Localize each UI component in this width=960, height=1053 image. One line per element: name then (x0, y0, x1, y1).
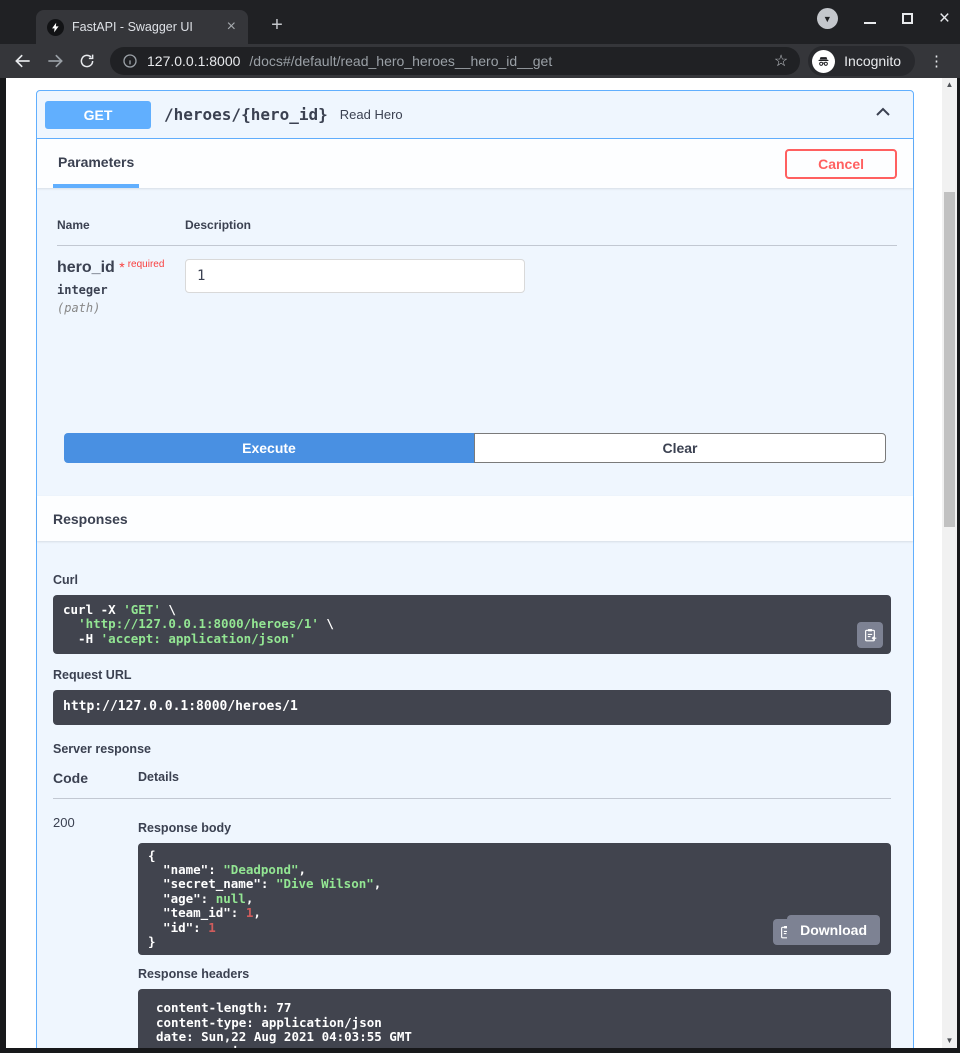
request-url-block: http://127.0.0.1:8000/heroes/1 (53, 690, 891, 724)
parameter-type: integer (57, 283, 185, 297)
incognito-label: Incognito (844, 53, 901, 69)
site-info-icon[interactable] (122, 53, 138, 69)
copy-curl-button[interactable] (857, 622, 883, 648)
incognito-badge: Incognito (808, 46, 915, 76)
endpoint-summary: Read Hero (340, 107, 861, 122)
parameter-name: hero_id (57, 259, 115, 276)
cancel-button[interactable]: Cancel (785, 149, 897, 179)
method-badge: GET (45, 101, 151, 129)
tab-search-icon[interactable]: ▼ (817, 8, 838, 29)
column-header-name: Name (57, 218, 185, 246)
server-response-table: Code Details 200 Response body { "name":… (53, 770, 891, 1048)
response-body-block: { "name": "Deadpond", "secret_name": "Di… (138, 843, 891, 956)
column-header-description: Description (185, 218, 897, 246)
response-headers-block: content-length: 77content-type: applicat… (138, 989, 891, 1048)
response-body-label: Response body (138, 821, 891, 835)
forward-button[interactable] (40, 47, 70, 75)
parameter-location: (path) (57, 301, 185, 315)
status-code: 200 (53, 799, 138, 1048)
parameters-header: Parameters Cancel (37, 139, 913, 188)
response-details-cell: Response body { "name": "Deadpond", "sec… (138, 799, 891, 1048)
parameter-value-cell (185, 246, 897, 315)
window-close-button[interactable]: × (939, 9, 950, 28)
url-bar[interactable]: 127.0.0.1:8000/docs#/default/read_hero_h… (110, 47, 800, 75)
page-scrollbar[interactable]: ▲ ▼ (942, 78, 957, 1048)
browser-tab[interactable]: FastAPI - Swagger UI × (36, 10, 248, 44)
execute-button[interactable]: Execute (64, 433, 474, 463)
url-path: /docs#/default/read_hero_heroes__hero_id… (249, 53, 764, 69)
tab-title: FastAPI - Swagger UI (72, 20, 215, 34)
download-button[interactable]: Download (787, 915, 880, 945)
tab-close-icon[interactable]: × (223, 19, 240, 35)
hero-id-input[interactable] (185, 259, 525, 293)
scrollbar-thumb[interactable] (944, 192, 955, 527)
responses-title: Responses (53, 511, 128, 527)
clear-button[interactable]: Clear (474, 433, 886, 463)
new-tab-button[interactable]: + (264, 14, 290, 38)
live-code-header: Code (53, 770, 138, 799)
responses-header: Responses (37, 496, 913, 541)
browser-toolbar: 127.0.0.1:8000/docs#/default/read_hero_h… (0, 44, 960, 78)
back-button[interactable] (8, 47, 38, 75)
swagger-page: GET /heroes/{hero_id} Read Hero Paramete… (6, 78, 942, 1048)
response-body-json: { "name": "Deadpond", "secret_name": "Di… (148, 849, 881, 950)
server-response-label: Server response (53, 742, 891, 756)
scrollbar-down-icon[interactable]: ▼ (942, 1034, 957, 1048)
curl-command-block: curl -X 'GET' \ 'http://127.0.0.1:8000/h… (53, 595, 891, 654)
execute-wrapper: Execute Clear (64, 433, 886, 463)
collapse-chevron-icon[interactable] (861, 98, 905, 131)
response-headers-label: Response headers (138, 967, 891, 981)
incognito-icon (812, 50, 835, 73)
browser-titlebar: FastAPI - Swagger UI × + ▼ × (0, 0, 960, 44)
fastapi-favicon-icon (47, 19, 64, 36)
response-headers-code: content-length: 77content-type: applicat… (156, 1001, 881, 1048)
parameter-name-cell: hero_id * required integer (path) (57, 246, 185, 315)
live-details-header: Details (138, 770, 891, 799)
minimize-button[interactable] (864, 22, 876, 24)
endpoint-path: /heroes/{hero_id} (164, 105, 328, 124)
opblock-get-read-hero: GET /heroes/{hero_id} Read Hero Paramete… (36, 90, 914, 1048)
tab-parameters[interactable]: Parameters (53, 139, 139, 188)
url-host: 127.0.0.1:8000 (147, 53, 240, 69)
opblock-summary[interactable]: GET /heroes/{hero_id} Read Hero (37, 91, 913, 139)
parameters-body: Name Description hero_id * required integ… (37, 188, 913, 373)
required-label: required (128, 259, 165, 270)
required-asterisk: * (119, 259, 124, 275)
responses-body: Curl curl -X 'GET' \ 'http://127.0.0.1:8… (37, 541, 913, 1048)
maximize-button[interactable] (902, 13, 913, 24)
scrollbar-up-icon[interactable]: ▲ (942, 78, 957, 92)
bookmark-star-icon[interactable]: ☆ (774, 51, 788, 71)
request-url-label: Request URL (53, 668, 891, 682)
browser-window: FastAPI - Swagger UI × + ▼ × 127.0.0.1:8… (0, 0, 960, 1053)
window-controls: ▼ × (817, 8, 950, 29)
reload-button[interactable] (72, 47, 102, 75)
curl-label: Curl (53, 573, 891, 587)
browser-menu-icon[interactable]: ⋮ (921, 52, 952, 70)
